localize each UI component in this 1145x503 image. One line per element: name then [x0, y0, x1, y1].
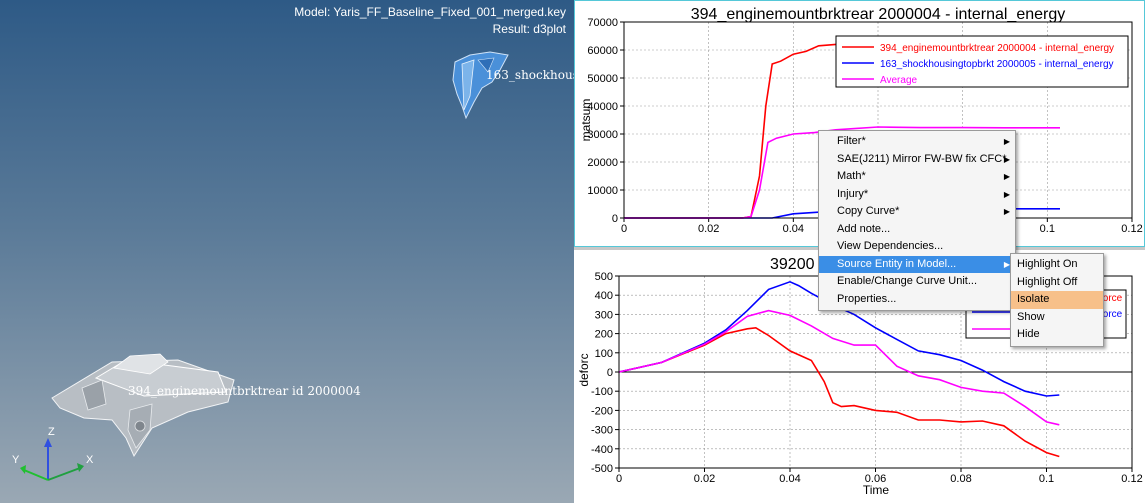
menu-item-label: Source Entity in Model...	[837, 257, 957, 270]
menu-item-source-entity-in-model[interactable]: Source Entity in Model... ▶	[819, 255, 1015, 273]
plot-bottom-xlabel: Time	[863, 483, 890, 497]
x-tick-label: 0.04	[783, 223, 804, 235]
shock-housing-part[interactable]	[452, 51, 509, 120]
submenu-arrow-icon: ▶	[1003, 172, 1010, 181]
x-tick-label: 0.04	[779, 473, 800, 485]
axis-x-label: X	[86, 454, 94, 466]
y-tick-label: 0	[607, 367, 613, 379]
menu-item-label: Add note...	[837, 222, 891, 235]
y-tick-label: -500	[591, 463, 613, 475]
menu-item-label: Enable/Change Curve Unit...	[837, 275, 978, 287]
y-tick-label: 70000	[587, 17, 618, 29]
menu-item-label: Filter*	[837, 135, 866, 147]
submenu-item-highlight-on[interactable]: Highlight On	[1011, 256, 1103, 274]
legend-entry-3[interactable]: Average	[880, 75, 918, 86]
legend-entry-2[interactable]: 163_shockhousingtopbrkt 2000005 - intern…	[880, 59, 1114, 70]
y-tick-label: 100	[595, 348, 613, 360]
engine-mount-part[interactable]	[51, 353, 235, 458]
x-tick-label: 0.08	[950, 473, 971, 485]
y-tick-label: 500	[595, 271, 613, 283]
menu-item-label: Properties...	[837, 292, 897, 305]
axis-z-label: Z	[48, 426, 55, 438]
menu-item-label: SAE(J211) Mirror FW-BW fix CFC*	[837, 152, 1007, 165]
menu-item-label: Math*	[837, 170, 866, 182]
menu-item-label: Copy Curve*	[837, 205, 900, 217]
shock-housing-label: 163_shockhous	[486, 68, 574, 82]
y-tick-label: 200	[595, 329, 613, 341]
menu-item-add-note[interactable]: Add note...	[819, 221, 1015, 239]
submenu-item-hide[interactable]: Hide	[1011, 326, 1103, 344]
menu-item-enable-change-curve-unit[interactable]: Enable/Change Curve Unit...	[819, 273, 1015, 291]
model-viewport[interactable]: Model: Yaris_FF_Baseline_Fixed_001_merge…	[0, 0, 574, 503]
menu-item-label: Injury*	[837, 187, 869, 200]
menu-item-injury[interactable]: Injury* ▶	[819, 186, 1015, 204]
y-tick-label: 20000	[587, 157, 618, 169]
y-tick-label: 300	[595, 309, 613, 321]
legend-entry-1[interactable]: 394_enginemountbrktrear 2000004 - intern…	[880, 43, 1114, 54]
source-entity-submenu[interactable]: Highlight On Highlight Off Isolate Show Hide	[1010, 253, 1104, 347]
menu-item-math[interactable]: Math* ▶	[819, 168, 1015, 186]
menu-item-view-dependencies[interactable]: View Dependencies...	[819, 238, 1015, 256]
axis-y-label: Y	[12, 454, 20, 466]
y-tick-label: 400	[595, 290, 613, 302]
y-tick-label: 50000	[587, 73, 618, 85]
y-tick-label: -100	[591, 386, 613, 398]
menu-item-sae-j211-mirror-fw-bw-fix-cfc[interactable]: SAE(J211) Mirror FW-BW fix CFC* ▶	[819, 151, 1015, 169]
plot-bottom-ylabel: deforc	[577, 353, 591, 386]
x-tick-label: 0.1	[1040, 223, 1055, 235]
x-tick-label: 0	[616, 473, 622, 485]
y-tick-label: -300	[591, 425, 613, 437]
y-tick-label: 0	[612, 213, 618, 225]
axis-triad-graphic	[20, 438, 84, 481]
submenu-item-isolate[interactable]: Isolate	[1011, 291, 1103, 309]
menu-item-filter[interactable]: Filter* ▶	[819, 133, 1015, 151]
submenu-arrow-icon: ▶	[1003, 137, 1010, 146]
y-tick-label: -400	[591, 444, 613, 456]
menu-item-label: View Dependencies...	[837, 240, 944, 252]
y-tick-label: -200	[591, 405, 613, 417]
x-tick-label: 0.02	[694, 473, 715, 485]
plot-top-title: 394_enginemountbrktrear 2000004 - intern…	[691, 6, 1065, 23]
context-menu[interactable]: Filter* ▶ SAE(J211) Mirror FW-BW fix CFC* ▶…	[818, 130, 1016, 311]
x-tick-label: 0.12	[1121, 223, 1142, 235]
plot-top-legend[interactable]: 394_enginemountbrktrear 2000004 - intern…	[835, 35, 1129, 88]
plot-top-ylabel: matsum	[579, 99, 593, 142]
submenu-item-show[interactable]: Show	[1011, 309, 1103, 327]
engine-mount-label: 394_enginemountbrktrear id 2000004	[128, 384, 361, 398]
submenu-arrow-icon: ▶	[1003, 154, 1010, 164]
y-tick-label: 10000	[587, 185, 618, 197]
y-tick-label: 60000	[587, 45, 618, 57]
x-tick-label: 0.02	[698, 223, 719, 235]
x-tick-label: 0.12	[1121, 473, 1142, 485]
menu-item-properties[interactable]: Properties...	[819, 291, 1015, 309]
menu-item-copy-curve[interactable]: Copy Curve* ▶	[819, 203, 1015, 221]
x-tick-label: 0.1	[1039, 473, 1054, 485]
submenu-item-highlight-off[interactable]: Highlight Off	[1011, 274, 1103, 292]
submenu-arrow-icon: ▶	[1003, 207, 1010, 216]
submenu-arrow-icon: ▶	[1003, 189, 1010, 199]
x-tick-label: 0	[621, 223, 627, 235]
plot-bottom-title: 39200	[770, 256, 815, 273]
